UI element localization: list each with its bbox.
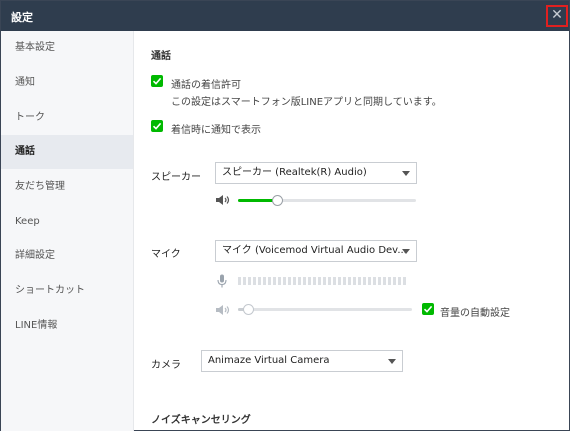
mic-level-segment <box>358 277 361 285</box>
mic-level-segment <box>248 277 251 285</box>
mic-level-segment <box>328 277 331 285</box>
mic-level-segment <box>323 277 326 285</box>
mic-level-segment <box>268 277 271 285</box>
auto-volume-label: 音量の自動設定 <box>440 308 510 319</box>
checkmark-icon <box>152 77 162 85</box>
notify-incoming-label: 着信時に通知で表示 <box>171 125 261 136</box>
mic-level-segment <box>363 277 366 285</box>
allow-incoming-sublabel: この設定はスマートフォン版LINEアプリと同期しています。 <box>171 97 442 108</box>
mic-level-segment <box>353 277 356 285</box>
mic-level-segment <box>373 277 376 285</box>
mic-level-meter <box>238 277 406 285</box>
allow-incoming-checkbox[interactable] <box>151 75 163 87</box>
mic-level-segment <box>343 277 346 285</box>
sidebar: 基本設定 通知 トーク 通話 友だち管理 Keep 詳細設定 ショートカット L… <box>1 31 134 431</box>
microphone-icon <box>217 274 227 288</box>
mic-level-segment <box>313 277 316 285</box>
speaker-volume-icon <box>216 195 230 205</box>
mic-level-segment <box>333 277 336 285</box>
mic-level-segment <box>293 277 296 285</box>
mic-level-segment <box>283 277 286 285</box>
mic-volume-slider[interactable] <box>238 304 412 315</box>
mic-level-segment <box>338 277 341 285</box>
mic-level-segment <box>398 277 401 285</box>
speaker-label: スピーカー <box>151 172 201 183</box>
section-title: 通話 <box>151 51 171 62</box>
mic-level-segment <box>388 277 391 285</box>
mic-level-segment <box>238 277 241 285</box>
camera-label: カメラ <box>151 360 181 371</box>
mic-level-segment <box>303 277 306 285</box>
chevron-down-icon <box>402 171 410 176</box>
mic-level-segment <box>243 277 246 285</box>
sidebar-item-advanced[interactable]: 詳細設定 <box>1 239 133 273</box>
mic-level-segment <box>298 277 301 285</box>
window-title: 設定 <box>11 11 33 24</box>
speaker-volume-slider[interactable] <box>238 195 416 206</box>
speaker-volume-knob[interactable] <box>272 195 283 206</box>
close-icon: ✕ <box>551 7 563 23</box>
mic-volume-knob[interactable] <box>243 304 254 315</box>
sidebar-item-keep[interactable]: Keep <box>1 205 133 239</box>
notify-incoming-checkbox[interactable] <box>151 120 163 132</box>
mic-level-segment <box>253 277 256 285</box>
checkmark-icon <box>423 305 433 313</box>
chevron-down-icon <box>402 249 410 254</box>
mic-volume-icon <box>216 305 230 315</box>
sidebar-item-calls[interactable]: 通話 <box>1 135 133 169</box>
mic-level-segment <box>273 277 276 285</box>
mic-level-segment <box>263 277 266 285</box>
noise-cancel-title: ノイズキャンセリング <box>151 415 251 426</box>
speaker-select[interactable]: スピーカー (Realtek(R) Audio) <box>215 162 417 184</box>
close-button[interactable]: ✕ <box>546 5 568 27</box>
mic-level-segment <box>258 277 261 285</box>
sidebar-item-shortcuts[interactable]: ショートカット <box>1 274 133 308</box>
sidebar-item-friends[interactable]: 友だち管理 <box>1 170 133 204</box>
camera-select[interactable]: Animaze Virtual Camera <box>201 350 403 372</box>
sidebar-item-line-info[interactable]: LINE情報 <box>1 309 133 343</box>
mic-level-segment <box>318 277 321 285</box>
mic-level-segment <box>308 277 311 285</box>
mic-level-segment <box>378 277 381 285</box>
mic-level-segment <box>348 277 351 285</box>
title-bar: 設定 ✕ <box>1 1 569 31</box>
mic-level-segment <box>288 277 291 285</box>
camera-selected-value: Animaze Virtual Camera <box>208 355 330 366</box>
checkmark-icon <box>152 122 162 130</box>
main-panel: 通話 通話の着信許可 この設定はスマートフォン版LINEアプリと同期しています。… <box>135 31 569 431</box>
chevron-down-icon <box>388 359 396 364</box>
mic-select[interactable]: マイク (Voicemod Virtual Audio Dev... <box>215 240 417 262</box>
sidebar-item-notifications[interactable]: 通知 <box>1 66 133 100</box>
sidebar-item-chats[interactable]: トーク <box>1 101 133 135</box>
mic-level-segment <box>383 277 386 285</box>
mic-level-segment <box>403 277 406 285</box>
auto-volume-checkbox[interactable] <box>422 303 434 315</box>
speaker-selected-value: スピーカー (Realtek(R) Audio) <box>222 167 367 178</box>
settings-window: 設定 ✕ 基本設定 通知 トーク 通話 友だち管理 Keep 詳細設定 ショート… <box>0 0 570 431</box>
mic-label: マイク <box>151 249 181 260</box>
allow-incoming-label: 通話の着信許可 <box>171 80 241 91</box>
mic-level-segment <box>278 277 281 285</box>
mic-level-segment <box>368 277 371 285</box>
mic-level-segment <box>393 277 396 285</box>
mic-selected-value: マイク (Voicemod Virtual Audio Dev... <box>222 245 407 256</box>
sidebar-item-general[interactable]: 基本設定 <box>1 31 133 65</box>
